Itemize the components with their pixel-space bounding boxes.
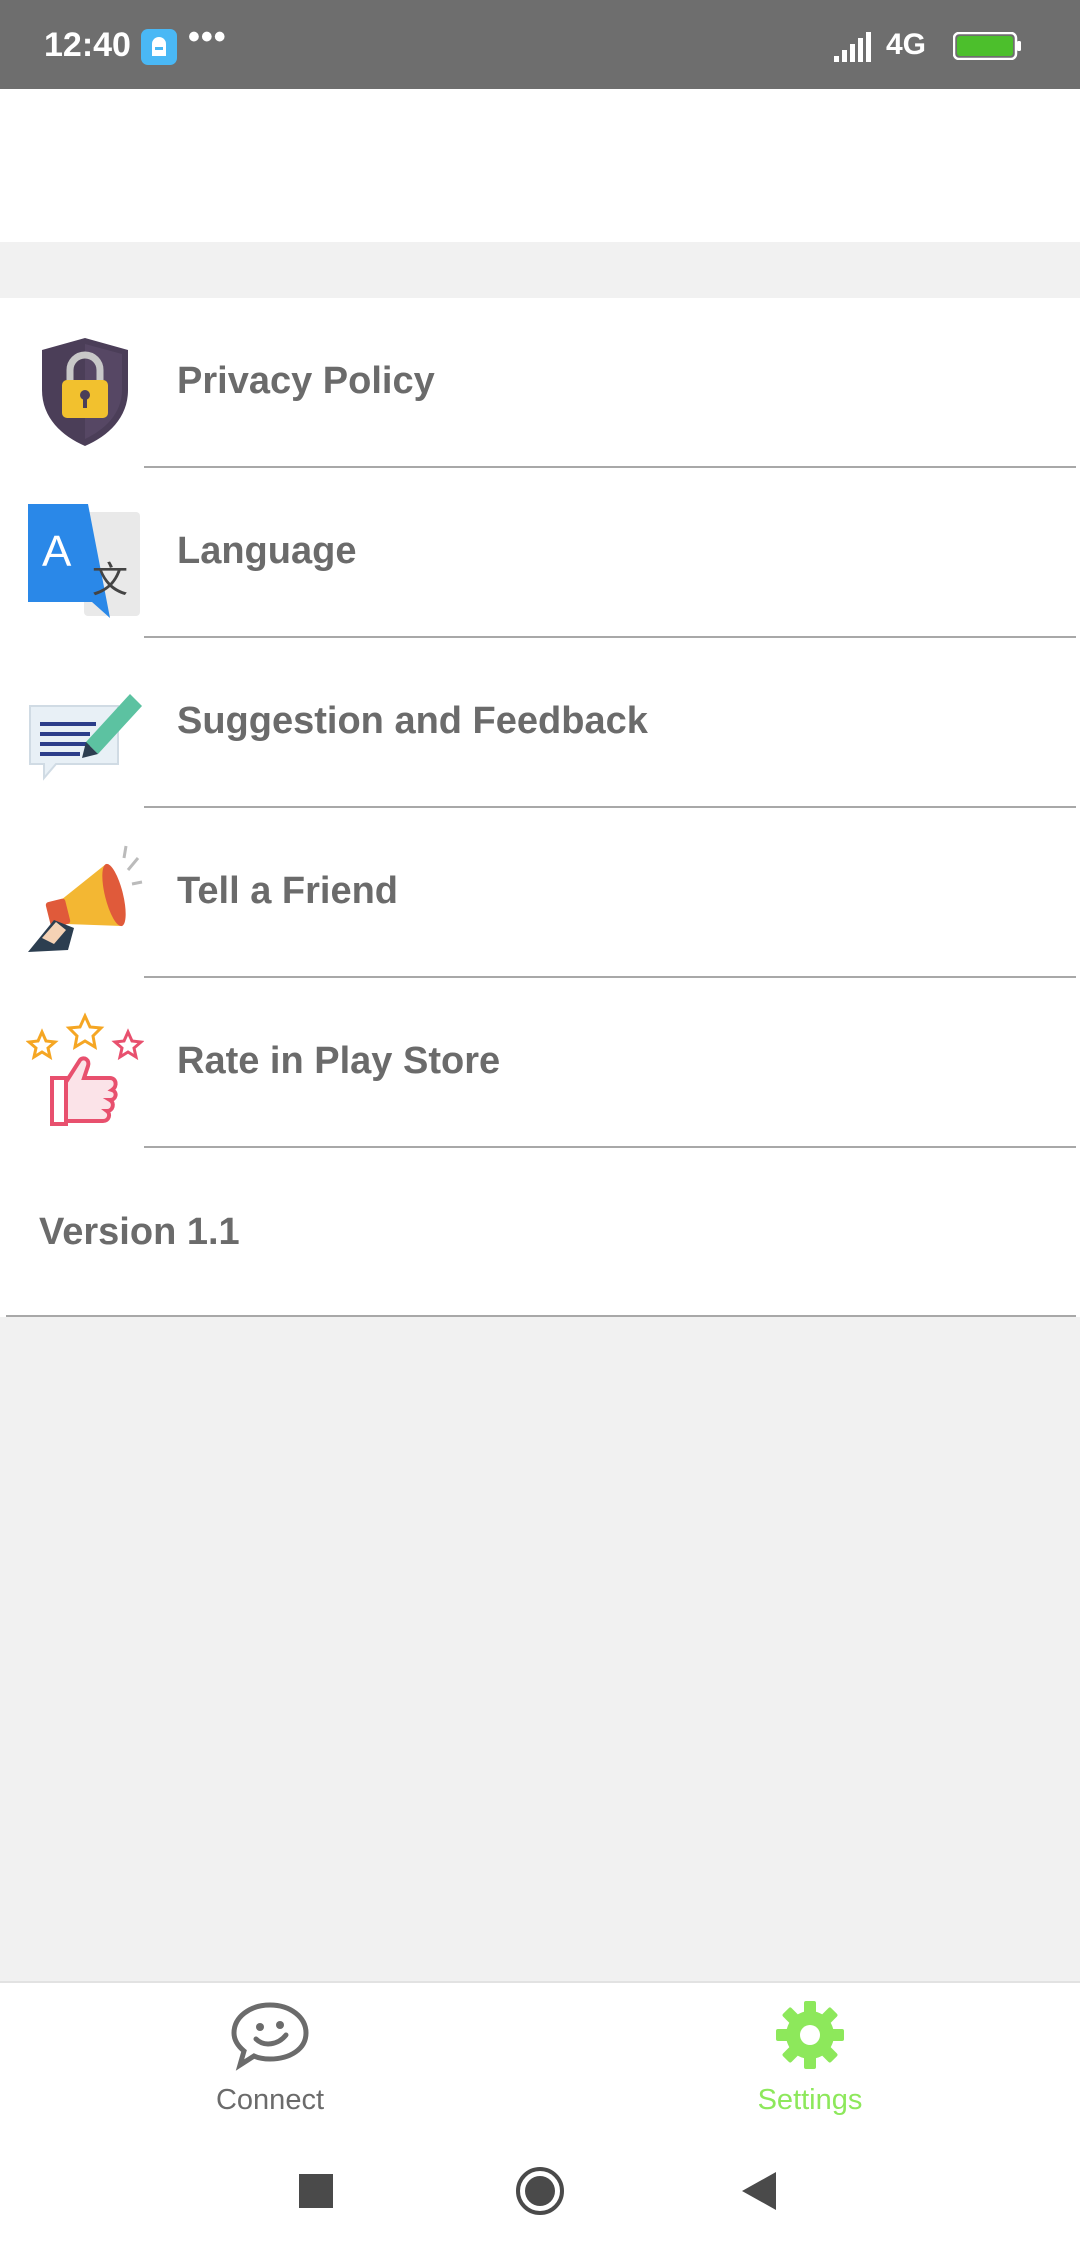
version-row: Version 1.1 <box>0 1148 1080 1317</box>
tab-connect-label: Connect <box>215 2084 324 2116</box>
settings-item-tell-a-friend[interactable]: Tell a Friend <box>0 808 1080 978</box>
status-bar: 12:40 ••• 4G <box>0 0 1080 89</box>
lock-shield-icon <box>26 332 144 450</box>
thumbs-up-stars-icon <box>26 1012 144 1130</box>
system-nav-bar <box>0 2116 1080 2246</box>
settings-item-rate-play-store[interactable]: Rate in Play Store <box>0 978 1080 1148</box>
megaphone-icon <box>26 842 144 960</box>
recents-icon[interactable] <box>286 2161 346 2221</box>
settings-item-label: Rate in Play Store <box>177 1040 501 1082</box>
settings-item-label: Language <box>177 530 357 572</box>
tab-settings[interactable]: Settings <box>540 1983 1080 2118</box>
settings-list: Privacy Policy A 文 Language Suggestion a… <box>0 298 1080 1317</box>
svg-text:文: 文 <box>92 560 128 601</box>
status-time: 12:40 <box>44 26 131 64</box>
bottom-nav: Connect Settings <box>0 1981 1080 2118</box>
gear-icon <box>776 2001 844 2069</box>
header-area <box>0 89 1080 242</box>
tab-settings-label: Settings <box>757 2084 863 2116</box>
settings-item-feedback[interactable]: Suggestion and Feedback <box>0 638 1080 808</box>
version-text: Version 1.1 <box>39 1211 240 1253</box>
overflow-dots: ••• <box>188 18 227 56</box>
settings-item-language[interactable]: A 文 Language <box>0 468 1080 638</box>
tab-connect[interactable]: Connect <box>0 1983 540 2118</box>
translate-icon: A 文 <box>26 502 144 620</box>
settings-item-label: Tell a Friend <box>177 870 399 912</box>
divider <box>6 1315 1076 1317</box>
back-icon[interactable] <box>730 2161 790 2221</box>
settings-item-label: Suggestion and Feedback <box>177 700 648 742</box>
chat-face-icon <box>231 2002 309 2071</box>
settings-item-privacy-policy[interactable]: Privacy Policy <box>0 298 1080 468</box>
signal-icon <box>832 30 876 64</box>
network-type: 4G <box>886 28 927 61</box>
settings-item-label: Privacy Policy <box>177 360 435 402</box>
battery-icon <box>952 31 1023 61</box>
feedback-pencil-icon <box>26 672 144 790</box>
home-icon[interactable] <box>510 2161 570 2221</box>
app-notification-icon <box>141 29 177 65</box>
svg-text:A: A <box>42 527 72 576</box>
